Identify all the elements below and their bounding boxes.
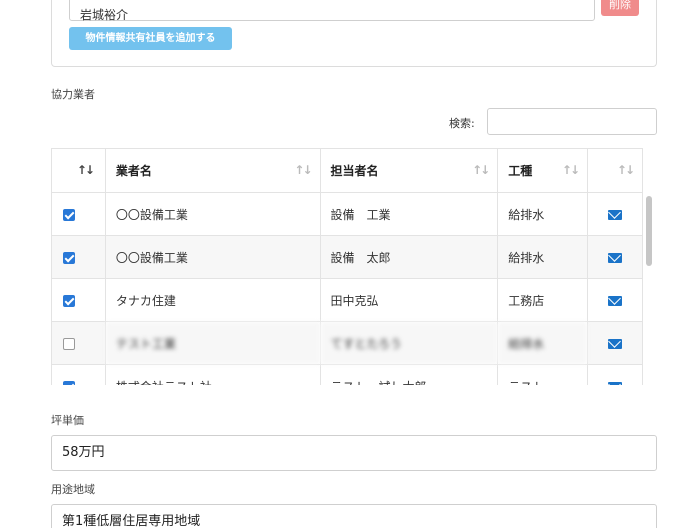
- mail-cell[interactable]: [587, 192, 643, 236]
- company-cell: 株式会社テスト社: [104, 364, 321, 385]
- company-cell: 〇〇設備工業: [104, 192, 321, 236]
- member-input[interactable]: 岩城裕介: [69, 0, 595, 22]
- row-checkbox-cell[interactable]: [51, 321, 106, 365]
- mail-cell[interactable]: [587, 321, 643, 365]
- contractors-table: ↑↓ 業者名 ↑↓ 担当者名 ↑↓ 工種 ↑↓ ↑↓ 〇〇設備工業 設備 工業 給排水…: [51, 148, 657, 385]
- add-member-button[interactable]: 物件情報共有社員を追加する: [69, 27, 232, 50]
- col-trade-label: 工種: [508, 164, 533, 178]
- mail-cell[interactable]: [587, 278, 643, 322]
- trade-cell: 工務店: [497, 278, 589, 322]
- col-person-label: 担当者名: [330, 164, 379, 178]
- col-trade-header[interactable]: 工種 ↑↓: [497, 148, 589, 193]
- zoning-input[interactable]: 第1種低層住居専用地域: [51, 504, 657, 528]
- col-company-label: 業者名: [115, 164, 152, 178]
- sort-icon: ↑↓: [294, 163, 312, 177]
- checkbox-checked[interactable]: [63, 251, 75, 264]
- col-person-header[interactable]: 担当者名 ↑↓: [319, 148, 499, 193]
- person-cell: てすとたろう: [319, 321, 499, 365]
- delete-button[interactable]: 削除: [601, 0, 639, 16]
- trade-cell: 給排水: [497, 321, 589, 365]
- mail-cell[interactable]: [587, 364, 643, 385]
- table-scrollbar[interactable]: [646, 196, 652, 266]
- search-label: 検索:: [449, 117, 475, 130]
- company-cell: タナカ住建: [104, 278, 321, 322]
- checkbox-checked[interactable]: [63, 208, 75, 221]
- person-cell: 田中克弘: [319, 278, 499, 322]
- person-cell: テスト 試し太郎: [319, 364, 499, 385]
- sort-icon: ↑↓: [76, 163, 95, 177]
- mail-icon[interactable]: [608, 338, 623, 349]
- unit-price-input[interactable]: 58万円: [51, 435, 657, 471]
- company-cell: テスト工業: [104, 321, 321, 365]
- sort-icon: ↑↓: [472, 163, 490, 177]
- table-row: テスト工業 てすとたろう 給排水: [51, 321, 643, 365]
- checkbox-checked[interactable]: [63, 294, 75, 307]
- mail-icon[interactable]: [608, 252, 623, 263]
- table-row: 〇〇設備工業 設備 太郎 給排水: [51, 235, 643, 279]
- checkbox-unchecked[interactable]: [63, 337, 75, 350]
- search-input[interactable]: [487, 108, 657, 135]
- table-row: 〇〇設備工業 設備 工業 給排水: [51, 192, 643, 236]
- row-checkbox-cell[interactable]: [51, 364, 106, 385]
- person-cell: 設備 工業: [319, 192, 499, 236]
- col-select-header[interactable]: ↑↓: [51, 148, 106, 193]
- table-header-row: ↑↓ 業者名 ↑↓ 担当者名 ↑↓ 工種 ↑↓ ↑↓: [51, 148, 643, 193]
- person-cell: 設備 太郎: [319, 235, 499, 279]
- trade-cell: テスト: [497, 364, 589, 385]
- row-checkbox-cell[interactable]: [51, 235, 106, 279]
- company-cell: 〇〇設備工業: [104, 235, 321, 279]
- table: ↑↓ 業者名 ↑↓ 担当者名 ↑↓ 工種 ↑↓ ↑↓ 〇〇設備工業 設備 工業 給排水…: [51, 148, 643, 385]
- contractors-label: 協力業者: [51, 88, 95, 101]
- table-row: 株式会社テスト社 テスト 試し太郎 テスト: [51, 364, 643, 385]
- sort-icon: ↑↓: [616, 163, 635, 177]
- col-mail-header[interactable]: ↑↓: [587, 148, 643, 193]
- checkbox-checked[interactable]: [63, 380, 75, 385]
- zoning-label: 用途地域: [51, 483, 95, 496]
- row-checkbox-cell[interactable]: [51, 192, 106, 236]
- trade-cell: 給排水: [497, 192, 589, 236]
- mail-icon[interactable]: [608, 295, 623, 306]
- unit-price-label: 坪単価: [51, 414, 84, 427]
- table-row: タナカ住建 田中克弘 工務店: [51, 278, 643, 322]
- mail-cell[interactable]: [587, 235, 643, 279]
- mail-icon[interactable]: [608, 381, 623, 385]
- row-checkbox-cell[interactable]: [51, 278, 106, 322]
- mail-icon[interactable]: [608, 209, 623, 220]
- col-company-header[interactable]: 業者名 ↑↓: [104, 148, 321, 193]
- trade-cell: 給排水: [497, 235, 589, 279]
- sort-icon: ↑↓: [561, 163, 580, 177]
